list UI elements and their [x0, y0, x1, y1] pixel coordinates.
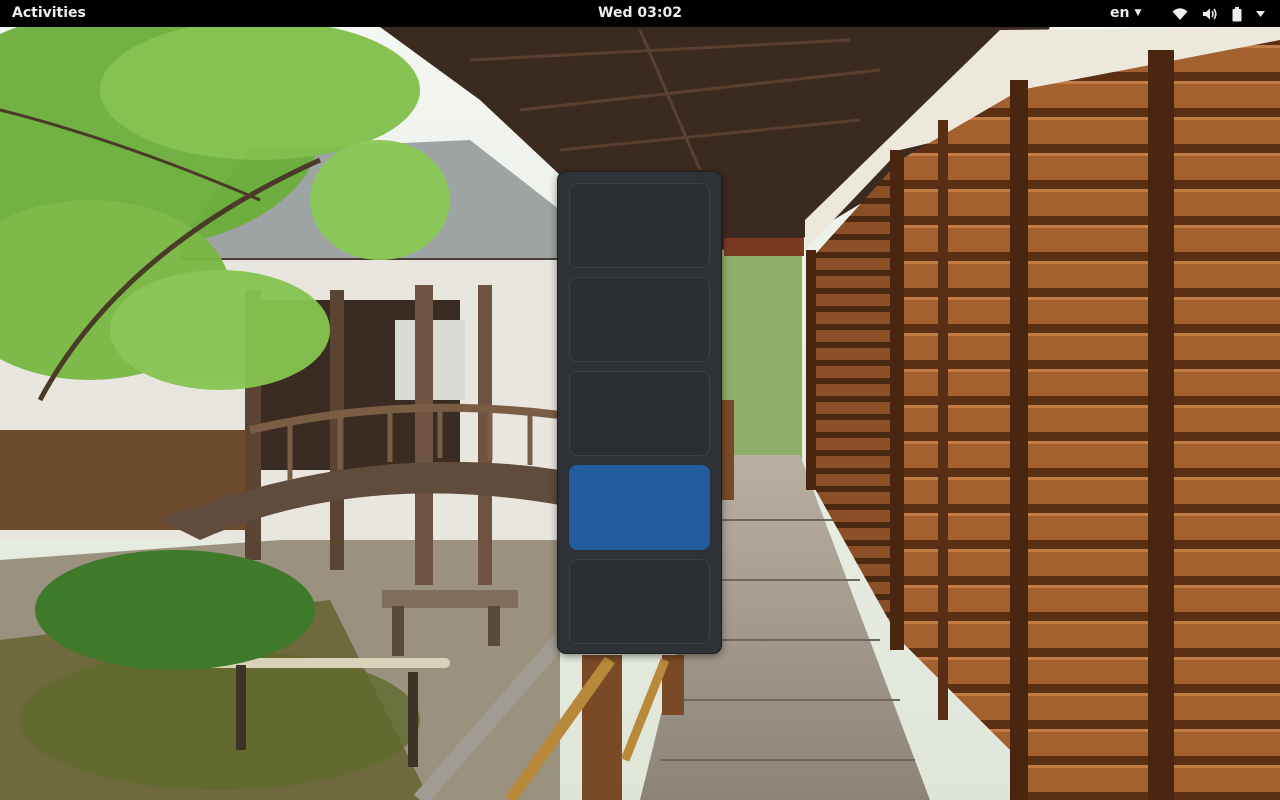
workspace-1-thumbnail[interactable] [569, 183, 710, 268]
workspace-2-thumbnail[interactable] [569, 277, 710, 362]
workspace-switcher [557, 171, 722, 654]
activities-button[interactable]: Activities [12, 5, 86, 21]
clock-button[interactable]: Wed 03:02 [598, 5, 682, 21]
wifi-icon [1172, 8, 1188, 20]
volume-icon [1203, 8, 1217, 20]
keyboard-layout-label: en [1110, 5, 1130, 21]
keyboard-layout-button[interactable]: en ▼ [1110, 5, 1141, 21]
clock-container: Wed 03:02 [0, 5, 1280, 21]
battery-icon [1232, 6, 1242, 21]
system-menu-button[interactable] [1172, 5, 1265, 23]
power-menu-arrow-icon [1256, 11, 1265, 17]
workspace-4-thumbnail-active[interactable] [569, 465, 710, 550]
top-bar: Activities Wed 03:02 en ▼ [0, 0, 1280, 27]
dropdown-arrow-icon: ▼ [1134, 8, 1142, 18]
workspace-3-thumbnail[interactable] [569, 371, 710, 456]
workspace-5-thumbnail[interactable] [569, 559, 710, 644]
